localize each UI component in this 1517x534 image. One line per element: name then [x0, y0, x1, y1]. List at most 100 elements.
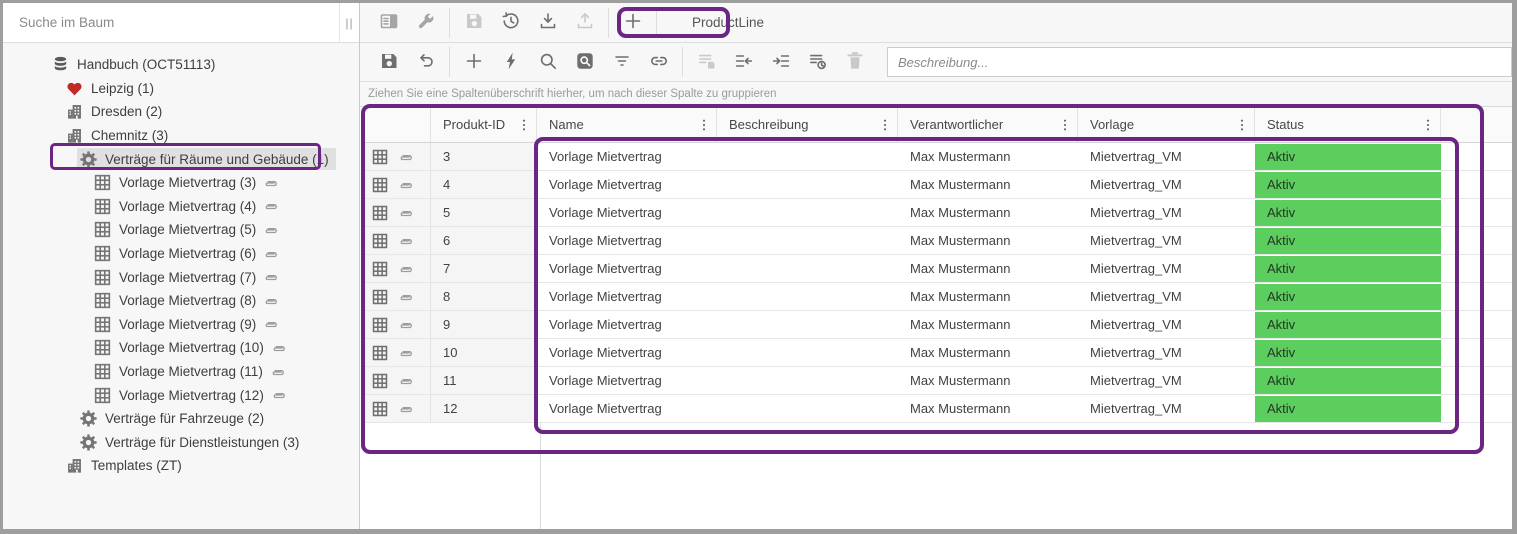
status-badge: Aktiv [1255, 256, 1441, 282]
column-header-verantwortlicher[interactable]: Verantwortlicher [898, 107, 1078, 142]
table-row[interactable]: 8Vorlage MietvertragMax MustermannMietve… [363, 283, 1512, 311]
main-toolbar: ProductLine [360, 3, 1512, 43]
tree-item[interactable]: Vorlage Mietvertrag (6) [3, 242, 359, 266]
tree-item[interactable]: Vorlage Mietvertrag (12) [3, 383, 359, 407]
tree-expander[interactable] [47, 81, 63, 96]
rows-history-icon [808, 51, 828, 74]
kebab-menu-icon[interactable] [877, 117, 893, 133]
group-by-bar[interactable]: Ziehen Sie eine Spaltenüberschrift hierh… [360, 82, 1512, 107]
cell-produkt-id: 9 [431, 311, 537, 338]
cell-status: Aktiv [1255, 255, 1441, 282]
link-button[interactable] [640, 47, 677, 77]
database-icon [51, 55, 70, 74]
search-database-button[interactable] [566, 47, 603, 77]
table-row[interactable]: 5Vorlage MietvertragMax MustermannMietve… [363, 199, 1512, 227]
table-row[interactable]: 9Vorlage MietvertragMax MustermannMietve… [363, 311, 1512, 339]
tree-item-label: Vorlage Mietvertrag (3) [119, 175, 256, 190]
cell-name: Vorlage Mietvertrag [537, 227, 717, 254]
tree-item[interactable]: Chemnitz (3) [3, 124, 359, 148]
tree-item[interactable]: Vorlage Mietvertrag (7) [3, 265, 359, 289]
tree-item[interactable]: Vorlage Mietvertrag (4) [3, 195, 359, 219]
undo-button[interactable] [407, 47, 444, 77]
paperclip-icon [263, 198, 279, 214]
tree-search-bar: || [3, 3, 359, 43]
status-badge: Aktiv [1255, 200, 1441, 226]
table-row[interactable]: 4Vorlage MietvertragMax MustermannMietve… [363, 171, 1512, 199]
paperclip-icon [398, 345, 414, 361]
tree-item[interactable]: Vorlage Mietvertrag (11) [3, 360, 359, 384]
table-row[interactable]: 12Vorlage MietvertragMax MustermannMietv… [363, 395, 1512, 423]
row-icons-cell [363, 339, 431, 366]
checkout-rows-button[interactable] [725, 47, 762, 77]
tab-productline[interactable]: ProductLine [670, 7, 786, 39]
table-icon [371, 288, 389, 306]
tree-item[interactable]: Templates (ZT) [3, 454, 359, 478]
status-badge: Aktiv [1255, 172, 1441, 198]
search-button[interactable] [529, 47, 566, 77]
cell-produkt-id: 10 [431, 339, 537, 366]
tree-search-input[interactable] [3, 3, 339, 42]
tree-expander[interactable] [47, 104, 63, 119]
filter-button[interactable] [603, 47, 640, 77]
kebab-menu-icon[interactable] [1420, 117, 1436, 133]
tree-item[interactable]: Verträge für Dienstleistungen (3) [3, 431, 359, 455]
tree-item[interactable]: Leipzig (1) [3, 77, 359, 101]
cell-produkt-id: 7 [431, 255, 537, 282]
column-header-produkt_id[interactable]: Produkt-ID [431, 107, 537, 142]
tree-expander[interactable] [47, 458, 63, 473]
row-icons-cell [363, 367, 431, 394]
sidebar-splitter-handle[interactable]: || [339, 3, 359, 42]
tree-expander[interactable] [33, 57, 49, 72]
add-row-button[interactable] [455, 47, 492, 77]
column-header-beschreibung[interactable]: Beschreibung [717, 107, 898, 142]
table-row[interactable]: 6Vorlage MietvertragMax MustermannMietve… [363, 227, 1512, 255]
kebab-menu-icon[interactable] [1057, 117, 1073, 133]
column-header-vorlage[interactable]: Vorlage [1078, 107, 1255, 142]
add-tab-button[interactable] [614, 8, 651, 38]
column-header-name[interactable]: Name [537, 107, 717, 142]
checkin-rows-button[interactable] [762, 47, 799, 77]
description-filter-input[interactable] [887, 47, 1512, 77]
table-row[interactable]: 10Vorlage MietvertragMax MustermannMietv… [363, 339, 1512, 367]
save-grid-button[interactable] [370, 47, 407, 77]
cell-verantwortlicher: Max Mustermann [898, 171, 1078, 198]
tree-item[interactable]: Vorlage Mietvertrag (10) [3, 336, 359, 360]
row-icons-cell [363, 227, 431, 254]
export-button [566, 8, 603, 38]
rows-history-button[interactable] [799, 47, 836, 77]
settings-button[interactable] [407, 8, 444, 38]
detail-panel-button[interactable] [370, 8, 407, 38]
tree-item[interactable]: Handbuch (OCT51113) [3, 53, 359, 77]
cell-produkt-id: 6 [431, 227, 537, 254]
actions-button[interactable] [492, 47, 529, 77]
row-icons-cell [363, 143, 431, 170]
import-button[interactable] [529, 8, 566, 38]
tree-item[interactable]: Dresden (2) [3, 100, 359, 124]
tree-expander[interactable] [61, 152, 77, 167]
paperclip-icon [398, 233, 414, 249]
cell-name: Vorlage Mietvertrag [537, 199, 717, 226]
navigation-tree: Handbuch (OCT51113)Leipzig (1)Dresden (2… [3, 43, 359, 529]
table-icon [93, 268, 112, 287]
restore-button[interactable] [492, 8, 529, 38]
tree-item[interactable]: Vorlage Mietvertrag (3) [3, 171, 359, 195]
table-row[interactable]: 7Vorlage MietvertragMax MustermannMietve… [363, 255, 1512, 283]
table-row[interactable]: 11Vorlage MietvertragMax MustermannMietv… [363, 367, 1512, 395]
kebab-menu-icon[interactable] [1234, 117, 1250, 133]
cell-status: Aktiv [1255, 199, 1441, 226]
table-row[interactable]: 3Vorlage MietvertragMax MustermannMietve… [363, 143, 1512, 171]
kebab-menu-icon[interactable] [696, 117, 712, 133]
tree-item[interactable]: Vorlage Mietvertrag (8) [3, 289, 359, 313]
tree-item[interactable]: Vorlage Mietvertrag (5) [3, 218, 359, 242]
tree-item[interactable]: Verträge für Räume und Gebäude (1) [3, 147, 359, 171]
tree-item[interactable]: Verträge für Fahrzeuge (2) [3, 407, 359, 431]
status-badge: Aktiv [1255, 312, 1441, 338]
column-header-filler [1441, 107, 1512, 142]
link-icon [649, 51, 669, 74]
column-header-status[interactable]: Status [1255, 107, 1441, 142]
tree-item[interactable]: Vorlage Mietvertrag (9) [3, 313, 359, 337]
column-label: Status [1267, 117, 1304, 132]
tree-expander[interactable] [47, 128, 63, 143]
kebab-menu-icon[interactable] [516, 117, 532, 133]
row-icons-cell [363, 283, 431, 310]
